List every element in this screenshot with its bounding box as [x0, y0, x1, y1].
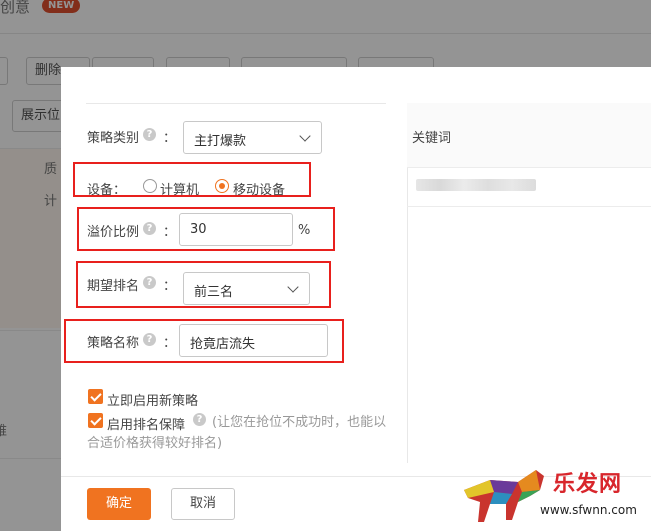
strategy-type-label: 策略类别 [87, 131, 140, 146]
strategy-name-label: 策略名称 [87, 336, 140, 351]
expected-rank-value: 前三名 [194, 285, 234, 300]
premium-ratio-label: 溢价比例 [87, 225, 140, 240]
radio-mobile[interactable] [215, 179, 229, 193]
percent-unit: % [298, 223, 311, 238]
strategy-type-value: 主打爆款 [194, 134, 247, 149]
question-circle-icon[interactable]: ? [143, 276, 156, 289]
question-circle-icon[interactable]: ? [143, 222, 156, 235]
watermark-url: www.sfwnn.com [540, 503, 637, 517]
expected-rank-select[interactable]: 前三名 [183, 272, 310, 305]
expected-rank-colon: ： [163, 279, 177, 294]
strategy-name-colon: ： [163, 336, 177, 351]
chevron-down-icon [299, 130, 311, 142]
keyword-column-header: 关键词 [412, 131, 452, 146]
strategy-name-value: 抢竟店流失 [190, 337, 256, 352]
confirm-button[interactable]: 确定 [87, 488, 151, 520]
expected-rank-label: 期望排名 [87, 279, 140, 294]
radio-computer-label[interactable]: 计算机 [160, 179, 199, 198]
watermark-text: 乐发网 [553, 471, 623, 497]
enable-now-label[interactable]: 立即启用新策略 [107, 390, 198, 409]
strategy-type-colon: ： [163, 131, 177, 146]
cancel-button[interactable]: 取消 [171, 488, 235, 520]
keyword-row-divider [407, 206, 651, 207]
premium-ratio-input[interactable]: 30 [179, 213, 293, 246]
premium-ratio-value: 30 [190, 222, 207, 237]
enable-now-checkbox[interactable] [88, 389, 103, 404]
rank-guard-hint: (让您在抢位不成功时，也能以合适价格获得较好排名) [87, 415, 387, 451]
strategy-name-input[interactable]: 抢竟店流失 [179, 324, 328, 357]
radio-computer[interactable] [143, 179, 157, 193]
premium-ratio-colon: ： [163, 225, 177, 240]
strategy-type-select[interactable]: 主打爆款 [183, 121, 322, 154]
form-top-divider [86, 103, 386, 104]
radio-mobile-label[interactable]: 移动设备 [233, 179, 285, 198]
chevron-down-icon [287, 281, 299, 293]
device-label: 设备： [87, 183, 127, 198]
blurred-keyword [416, 179, 536, 191]
question-circle-icon[interactable]: ? [143, 333, 156, 346]
question-circle-icon[interactable]: ? [143, 128, 156, 141]
